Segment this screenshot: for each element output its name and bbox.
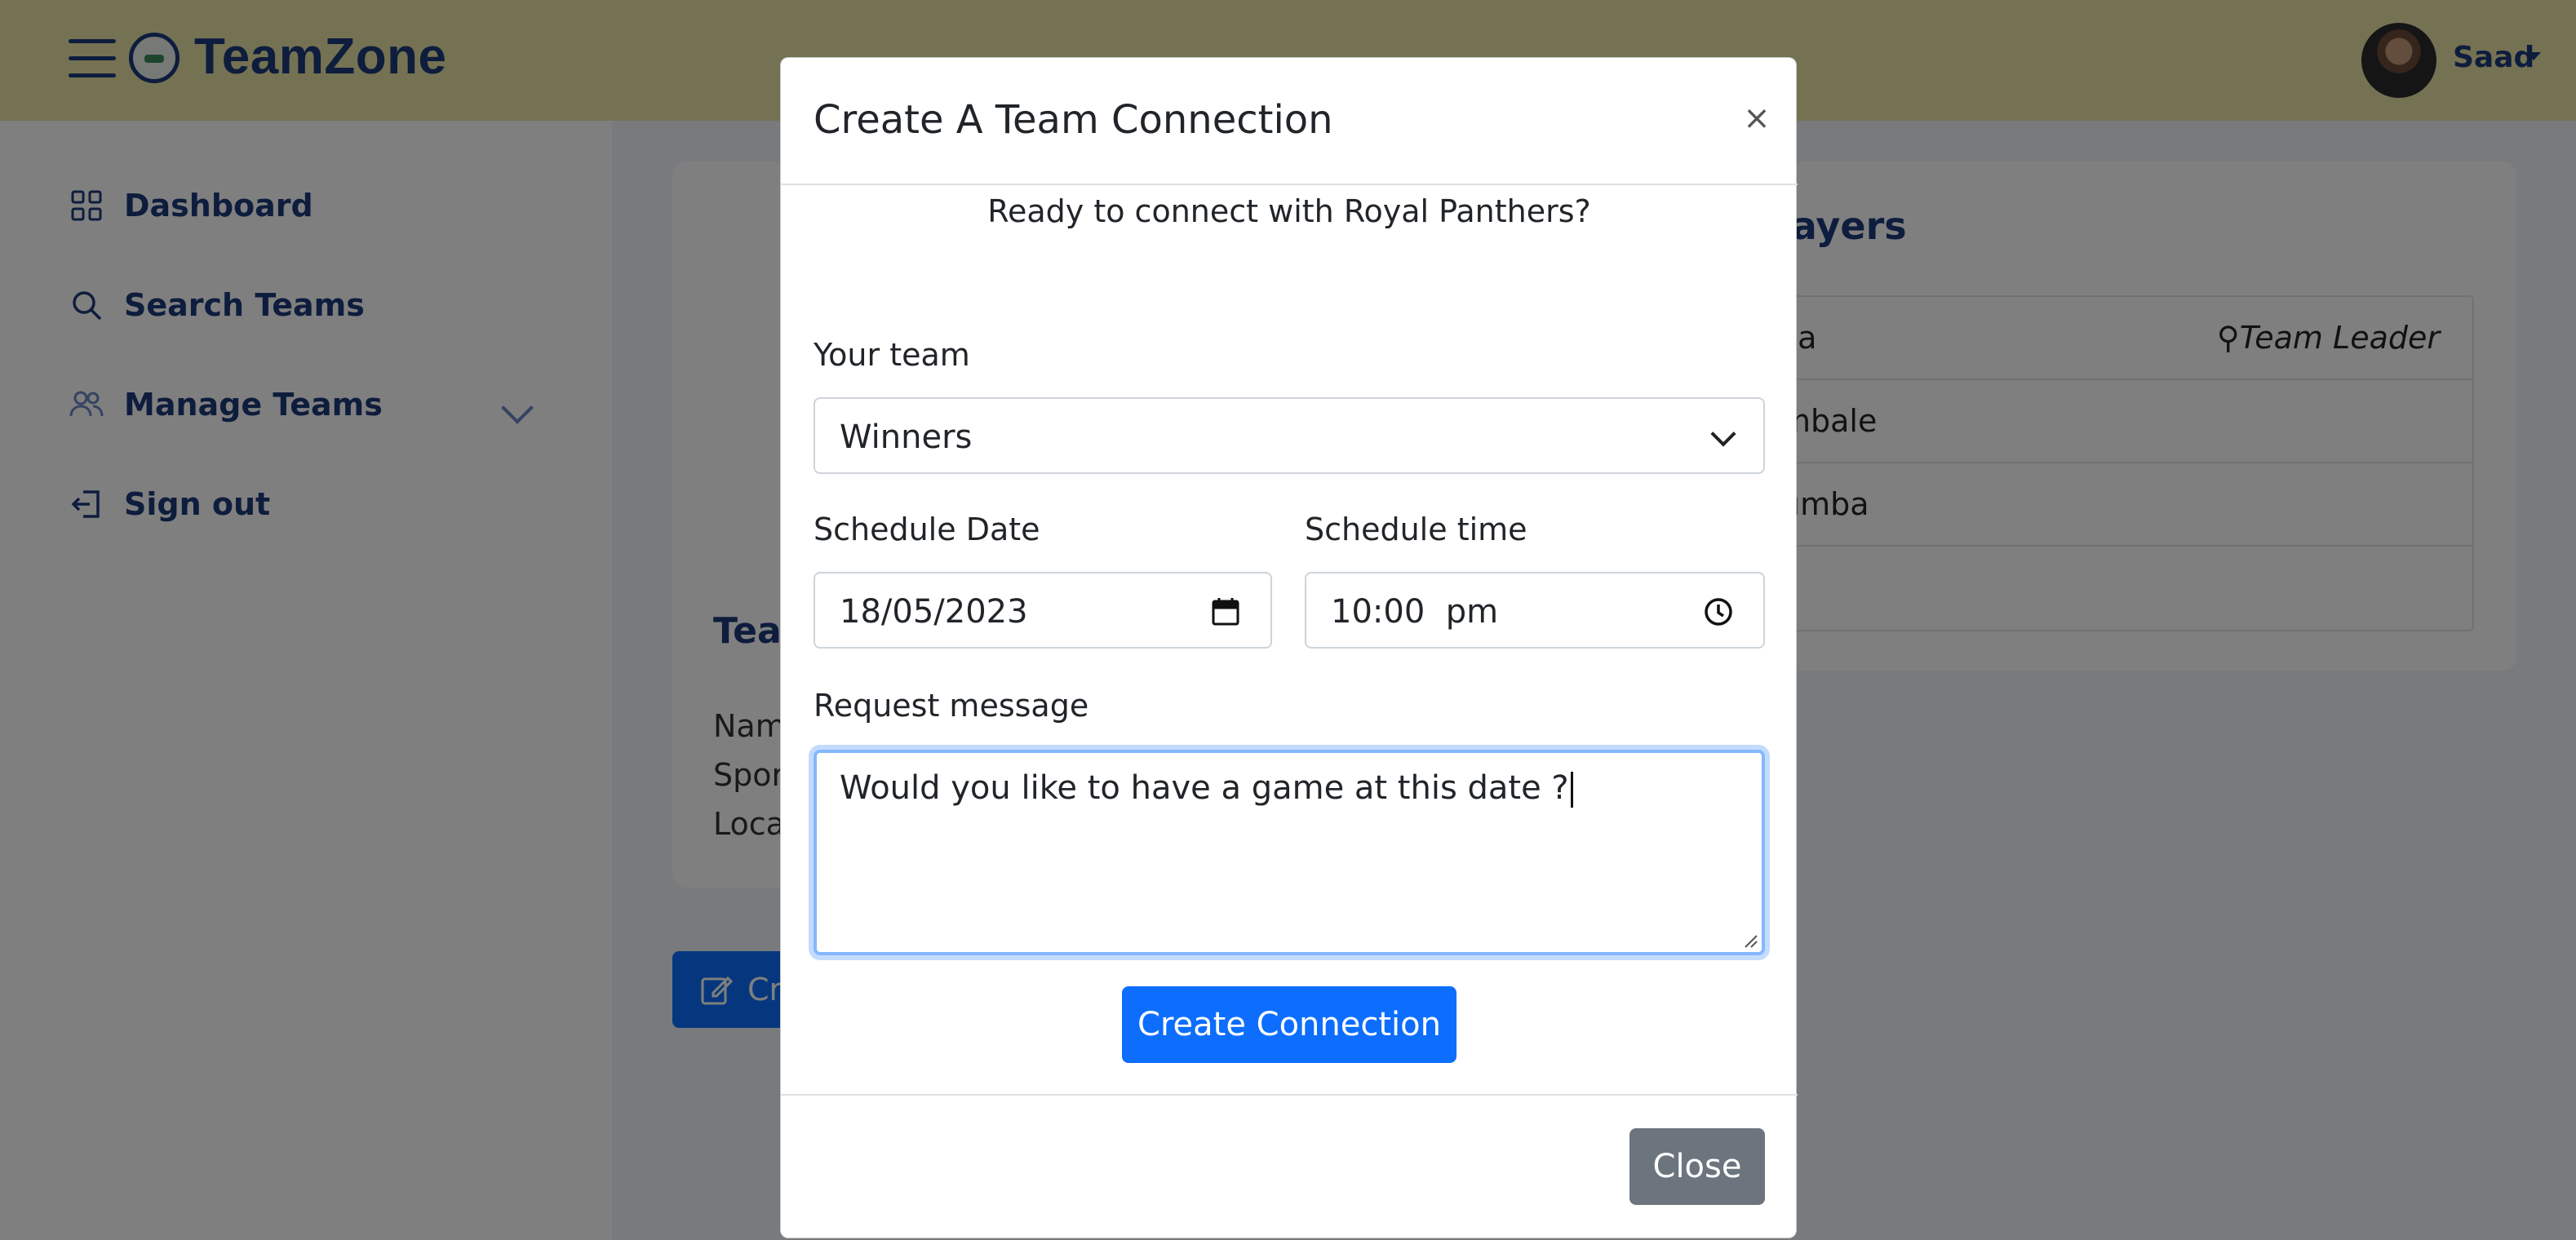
modal-header: Create A Team Connection ×	[781, 58, 1798, 185]
your-team-label: Your team	[814, 337, 970, 373]
modal-title: Create A Team Connection	[814, 97, 1333, 143]
schedule-time-label: Schedule time	[1305, 512, 1527, 547]
schedule-time-input[interactable]: 10:00 pm	[1305, 572, 1765, 649]
chevron-down-icon	[1710, 421, 1736, 447]
textarea-value: Would you like to have a game at this da…	[840, 769, 1573, 808]
close-icon[interactable]: ×	[1740, 102, 1773, 135]
clock-icon[interactable]	[1703, 596, 1734, 627]
schedule-date-input[interactable]: 18/05/2023	[814, 572, 1272, 649]
create-connection-modal: Create A Team Connection × Ready to conn…	[780, 57, 1798, 1238]
close-button[interactable]: Close	[1629, 1128, 1765, 1205]
time-value: 10:00 pm	[1331, 593, 1499, 631]
ready-text: Ready to connect with Royal Panthers?	[987, 193, 1591, 229]
schedule-date-label: Schedule Date	[814, 512, 1040, 547]
text-cursor	[1570, 772, 1573, 808]
select-value: Winners	[840, 418, 973, 456]
textarea-text: Would you like to have a game at this da…	[840, 769, 1569, 807]
create-connection-button[interactable]: Create Connection	[1122, 986, 1456, 1063]
calendar-icon[interactable]	[1210, 596, 1241, 627]
request-message-label: Request message	[814, 688, 1089, 724]
request-message-textarea[interactable]: Would you like to have a game at this da…	[814, 750, 1765, 955]
your-team-select[interactable]: Winners	[814, 397, 1765, 474]
resize-handle-icon[interactable]	[1740, 931, 1758, 949]
date-value: 18/05/2023	[840, 593, 1028, 631]
